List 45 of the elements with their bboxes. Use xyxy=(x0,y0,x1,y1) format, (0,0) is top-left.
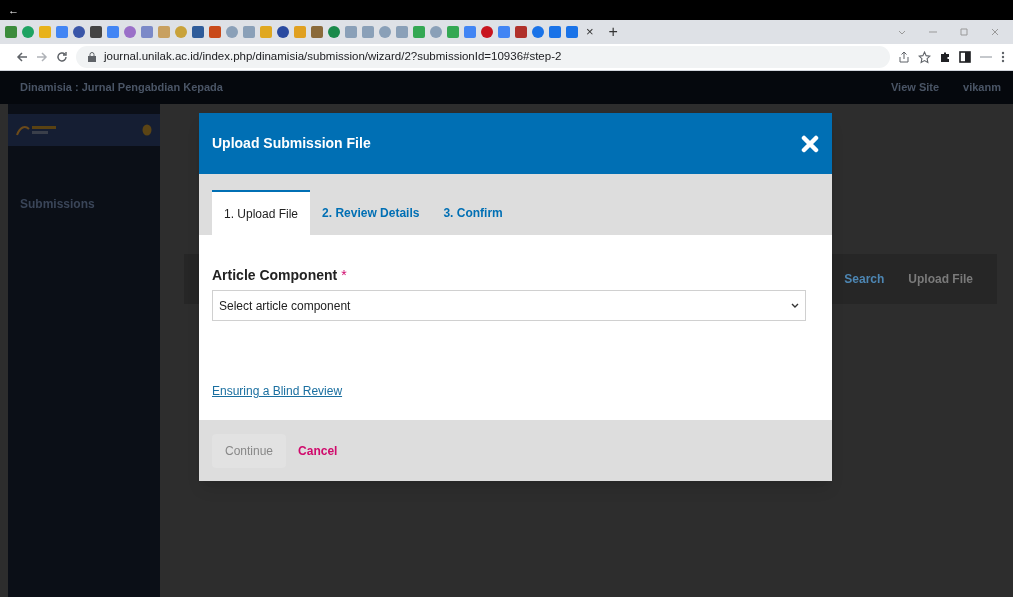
back-icon[interactable] xyxy=(16,51,28,63)
lock-icon xyxy=(88,52,96,62)
favicon-icon[interactable] xyxy=(480,25,494,39)
address-bar[interactable]: journal.unilak.ac.id/index.php/dinamisia/submission/wizard/2?submissionId=10936#step-2 xyxy=(76,46,890,68)
url-text: journal.unilak.ac.id/index.php/dinamisia/submission/wizard/2?submissionId=10936#step-2 xyxy=(104,49,562,65)
sidebar-item[interactable]: Submissions xyxy=(20,191,148,217)
reload-icon[interactable] xyxy=(56,51,68,63)
favicon-icon[interactable] xyxy=(4,25,18,39)
favicon-icon[interactable] xyxy=(310,25,324,39)
view-site-link[interactable]: View Site xyxy=(890,79,940,96)
menu-icon[interactable] xyxy=(1001,51,1005,63)
favicon-icon[interactable] xyxy=(565,25,579,39)
close-icon[interactable] xyxy=(990,27,1000,37)
favicon-icon[interactable] xyxy=(327,25,341,39)
cancel-link[interactable]: Cancel xyxy=(298,441,338,460)
sidebar-icon[interactable] xyxy=(959,51,971,63)
search-link[interactable]: Search xyxy=(844,270,885,288)
puzzle-icon[interactable] xyxy=(939,51,951,63)
modal-title: Upload Submission File xyxy=(212,134,371,153)
wizard-tab[interactable]: 2. Review Details xyxy=(310,190,432,235)
favicon-icon[interactable] xyxy=(208,25,222,39)
field-label: Article Component xyxy=(212,266,338,285)
tab-close-button[interactable]: × xyxy=(586,22,594,42)
favicon-icon[interactable] xyxy=(531,25,545,39)
back-arrow[interactable]: ← xyxy=(8,1,19,19)
required-mark: * xyxy=(341,266,347,285)
help-link[interactable]: Ensuring a Blind Review xyxy=(212,382,343,400)
star-icon[interactable] xyxy=(918,50,931,64)
favicon-icon[interactable] xyxy=(191,25,205,39)
favicon-icon[interactable] xyxy=(548,25,562,39)
share-icon[interactable] xyxy=(898,51,910,63)
user-link[interactable]: vikanm xyxy=(963,79,1001,96)
new-tab-button[interactable]: + xyxy=(608,20,618,44)
wizard-tab[interactable]: 1. Upload File xyxy=(212,190,311,235)
chevron-icon xyxy=(791,302,799,309)
site-title[interactable]: Dinamisia : Jurnal Pengabdian Kepada xyxy=(20,79,223,96)
forward-icon[interactable] xyxy=(36,51,48,63)
favicon-icon[interactable] xyxy=(276,25,290,39)
restore-icon[interactable] xyxy=(959,27,969,37)
favicon-icon[interactable] xyxy=(89,25,103,39)
upload-file-link[interactable]: Upload File xyxy=(908,270,973,288)
component-select[interactable]: Select article component xyxy=(212,290,806,321)
favicon-icon[interactable] xyxy=(72,25,86,39)
favicon-icon[interactable] xyxy=(514,25,528,39)
wizard-tab[interactable]: 3. Confirm xyxy=(431,190,515,235)
